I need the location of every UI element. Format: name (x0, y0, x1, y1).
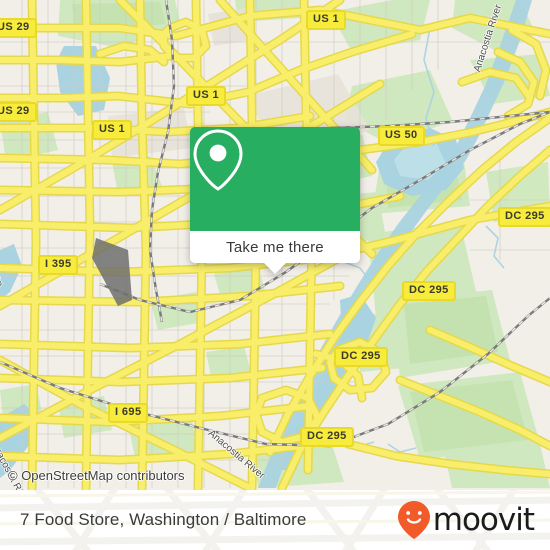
moovit-wordmark: moovit (432, 501, 535, 538)
road-shield: US 1 (306, 10, 347, 30)
road-shield: DC 295 (300, 427, 354, 447)
road-shield: US 50 (378, 126, 425, 146)
map-pin-icon (193, 129, 243, 191)
road-shield: DC 295 (402, 281, 456, 301)
moovit-smiley-pin-icon (397, 501, 430, 539)
location-popup-card[interactable]: Take me there (190, 127, 360, 274)
map-canvas[interactable]: US 29 US 29 US 1 US 1 US 1 US 50 DC 295 … (0, 0, 550, 490)
take-me-there-label: Take me there (226, 238, 324, 256)
road-shield: US 29 (0, 18, 37, 38)
moovit-logo[interactable]: moovit (397, 490, 535, 550)
map-screenshot: US 29 US 29 US 1 US 1 US 1 US 50 DC 295 … (0, 0, 550, 550)
place-title-text: 7 Food Store, Washington / Baltimore (20, 510, 307, 529)
osm-attribution[interactable]: © OpenStreetMap contributors (8, 468, 185, 483)
road-shield: US 29 (0, 102, 37, 122)
road-shield: DC 295 (498, 207, 550, 227)
road-shield: DC 295 (334, 347, 388, 367)
popup-pointer-arrow (264, 263, 286, 274)
place-title: 7 Food Store, Washington / Baltimore (20, 490, 306, 550)
road-shield: I 395 (38, 255, 79, 275)
road-shield: US 1 (186, 86, 227, 106)
road-shield: I 695 (108, 403, 149, 423)
popup-pin-panel (190, 127, 360, 231)
popup-action-panel[interactable]: Take me there (190, 231, 360, 263)
footer-bar: 7 Food Store, Washington / Baltimore moo… (0, 490, 550, 550)
road-shield: US 1 (92, 120, 133, 140)
